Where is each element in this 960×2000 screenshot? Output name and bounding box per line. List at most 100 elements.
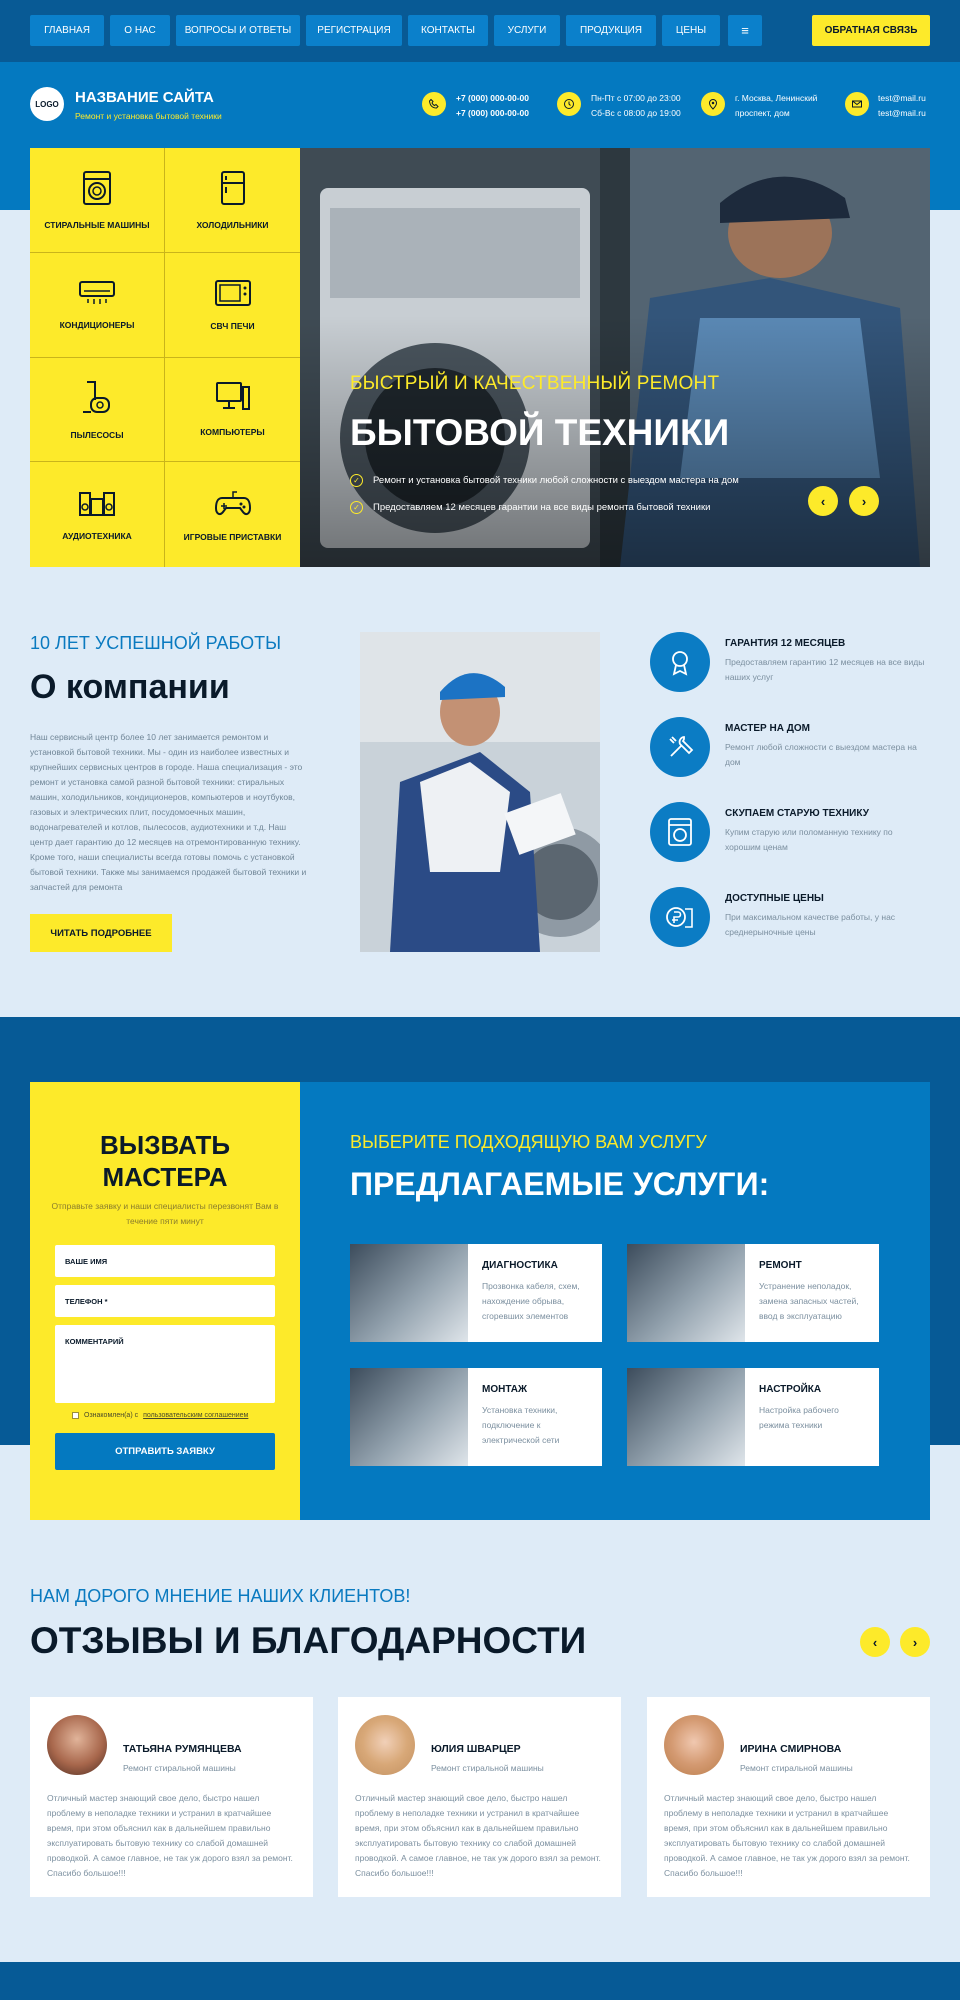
avatar (47, 1715, 107, 1775)
hero-bullet-text: Предоставляем 12 месяцев гарантии на все… (373, 502, 711, 513)
feature-desc: Предоставляем гарантию 12 месяцев на все… (725, 657, 925, 682)
service-card-diagnostics[interactable]: ДИАГНОСТИКА Прозвонка кабеля, схем, нахо… (350, 1244, 602, 1342)
nav-contacts[interactable]: КОНТАКТЫ (408, 15, 488, 46)
category-label: СТИРАЛЬНЫЕ МАШИНЫ (44, 219, 150, 230)
phone-icon (422, 92, 446, 116)
feature-title: МАСТЕР НА ДОМ (725, 723, 810, 734)
hero-bullet: ✓ Предоставляем 12 месяцев гарантии на в… (350, 501, 710, 514)
review-card: ИРИНА СМИРНОВА Ремонт стиральной машины … (647, 1697, 930, 1897)
email-1[interactable]: test@mail.ru (878, 91, 926, 106)
microwave-icon (214, 279, 251, 306)
reviews-next-button[interactable]: › (900, 1627, 930, 1657)
category-computers[interactable]: КОМПЬЮТЕРЫ (165, 358, 300, 463)
hero-banner: БЫСТРЫЙ И КАЧЕСТВЕННЫЙ РЕМОНТ БЫТОВОЙ ТЕ… (300, 148, 930, 567)
vacuum-icon (83, 381, 110, 414)
category-microwaves[interactable]: СВЧ ПЕЧИ (165, 253, 300, 358)
nav-home[interactable]: ГЛАВНАЯ (30, 15, 104, 46)
services-subtitle: ВЫБЕРИТЕ ПОДХОДЯЩУЮ ВАМ УСЛУГУ (350, 1132, 707, 1152)
nav-registration[interactable]: РЕГИСТРАЦИЯ (306, 15, 402, 46)
review-card: ЮЛИЯ ШВАРЦЕР Ремонт стиральной машины От… (338, 1697, 621, 1897)
mail-icon (845, 92, 869, 116)
service-photo (350, 1368, 468, 1466)
about-title: О компании (30, 668, 230, 706)
logo[interactable]: LOGO (30, 87, 64, 121)
service-card-installation[interactable]: МОНТАЖ Установка техники, подключение к … (350, 1368, 602, 1466)
feature-title: СКУПАЕМ СТАРУЮ ТЕХНИКУ (725, 808, 869, 819)
hero-title: БЫТОВОЙ ТЕХНИКИ (350, 412, 730, 453)
service-name: МОНТАЖ (482, 1384, 528, 1395)
nav-products[interactable]: ПРОДУКЦИЯ (566, 15, 656, 46)
top-navbar: ГЛАВНАЯ О НАС ВОПРОСЫ И ОТВЕТЫ РЕГИСТРАЦ… (0, 0, 960, 62)
feature-title: ДОСТУПНЫЕ ЦЕНЫ (725, 893, 824, 904)
consent-text: Ознакомлен(а) с (84, 1412, 139, 1419)
feature-desc: При максимальном качестве работы, у нас … (725, 912, 896, 937)
service-desc: Установка техники, подключение к электри… (482, 1405, 560, 1445)
hero-bullet-text: Ремонт и установка бытовой техники любой… (373, 475, 739, 486)
clock-icon (557, 92, 581, 116)
category-audio[interactable]: АУДИОТЕХНИКА (30, 462, 165, 567)
address-1: г. Москва, Ленинский (735, 93, 818, 103)
hero-next-button[interactable]: › (849, 486, 879, 516)
nav-about[interactable]: О НАС (110, 15, 170, 46)
avatar (664, 1715, 724, 1775)
menu-icon[interactable]: ≡ (728, 15, 762, 46)
phone-2[interactable]: +7 (000) 000-00-00 (456, 106, 529, 121)
reviewer-name: ЮЛИЯ ШВАРЦЕР (431, 1743, 521, 1755)
category-game-consoles[interactable]: ИГРОВЫЕ ПРИСТАВКИ (165, 462, 300, 567)
feedback-button[interactable]: ОБРАТНАЯ СВЯЗЬ (812, 15, 930, 46)
service-desc: Настройка рабочего режима техники (759, 1405, 839, 1430)
comment-input[interactable]: КОММЕНТАРИЙ (55, 1325, 275, 1403)
name-input[interactable]: ВАШЕ ИМЯ (55, 1245, 275, 1277)
category-label: АУДИОТЕХНИКА (62, 530, 132, 541)
category-label: ХОЛОДИЛЬНИКИ (196, 219, 269, 230)
nav-faq[interactable]: ВОПРОСЫ И ОТВЕТЫ (176, 15, 300, 46)
phone-input[interactable]: ТЕЛЕФОН * (55, 1285, 275, 1317)
hero-bullet: ✓ Ремонт и установка бытовой техники люб… (350, 474, 739, 487)
category-label: КОНДИЦИОНЕРЫ (59, 319, 135, 330)
category-label: ИГРОВЫЕ ПРИСТАВКИ (183, 531, 282, 542)
about-subtitle: 10 ЛЕТ УСПЕШНОЙ РАБОТЫ (30, 633, 281, 653)
review-card: ТАТЬЯНА РУМЯНЦЕВА Ремонт стиральной маши… (30, 1697, 313, 1897)
email-2[interactable]: test@mail.ru (878, 106, 926, 121)
check-icon: ✓ (350, 474, 363, 487)
speaker-icon (79, 491, 115, 516)
read-more-button[interactable]: ЧИТАТЬ ПОДРОБНЕЕ (30, 914, 172, 952)
review-service: Ремонт стиральной машины (123, 1763, 236, 1773)
computer-icon (215, 382, 250, 411)
work-hours-1: Пн-Пт с 07:00 до 23:00 (591, 93, 681, 103)
phone-1[interactable]: +7 (000) 000-00-00 (456, 91, 529, 106)
service-card-setup[interactable]: НАСТРОЙКА Настройка рабочего режима техн… (627, 1368, 879, 1466)
consent-checkbox[interactable] (72, 1412, 79, 1419)
fridge-icon (220, 170, 245, 205)
service-card-repair[interactable]: РЕМОНТ Устранение неполадок, замена запа… (627, 1244, 879, 1342)
reviews-title: ОТЗЫВЫ И БЛАГОДАРНОСТИ (30, 1620, 587, 1661)
form-subtitle: Отправьте заявку и наши специалисты пере… (51, 1201, 279, 1226)
feature-title: ГАРАНТИЯ 12 МЕСЯЦЕВ (725, 638, 846, 649)
service-name: НАСТРОЙКА (759, 1384, 822, 1395)
nav-prices[interactable]: ЦЕНЫ (662, 15, 720, 46)
services-title: ПРЕДЛАГАЕМЫЕ УСЛУГИ: (350, 1166, 770, 1202)
reviews-prev-button[interactable]: ‹ (860, 1627, 890, 1657)
category-air-conditioners[interactable]: КОНДИЦИОНЕРЫ (30, 252, 165, 358)
consent-row: Ознакомлен(а) с пользовательским соглаше… (72, 1412, 248, 1419)
category-vacuums[interactable]: ПЫЛЕСОСЫ (30, 357, 165, 463)
hero-prev-button[interactable]: ‹ (808, 486, 838, 516)
service-photo (627, 1244, 745, 1342)
service-photo (350, 1244, 468, 1342)
submit-button[interactable]: ОТПРАВИТЬ ЗАЯВКУ (55, 1433, 275, 1470)
form-title-line: МАСТЕРА (102, 1162, 228, 1192)
avatar (355, 1715, 415, 1775)
review-text: Отличный мастер знающий свое дело, быстр… (355, 1793, 601, 1878)
nav-services[interactable]: УСЛУГИ (494, 15, 560, 46)
category-grid: СТИРАЛЬНЫЕ МАШИНЫ ХОЛОДИЛЬНИКИ КОНДИЦИОН… (30, 148, 300, 567)
agreement-link[interactable]: пользовательским соглашением (143, 1412, 248, 1419)
form-title-line: ВЫЗВАТЬ (99, 1130, 231, 1160)
category-fridges[interactable]: ХОЛОДИЛЬНИКИ (165, 148, 300, 253)
category-washing-machines[interactable]: СТИРАЛЬНЫЕ МАШИНЫ (30, 148, 165, 253)
work-hours-2: Сб-Вс с 08:00 до 19:00 (591, 108, 681, 118)
category-label: ПЫЛЕСОСЫ (70, 430, 124, 441)
service-photo (627, 1368, 745, 1466)
review-text: Отличный мастер знающий свое дело, быстр… (664, 1793, 910, 1878)
coins-icon (650, 887, 710, 947)
award-icon (650, 632, 710, 692)
